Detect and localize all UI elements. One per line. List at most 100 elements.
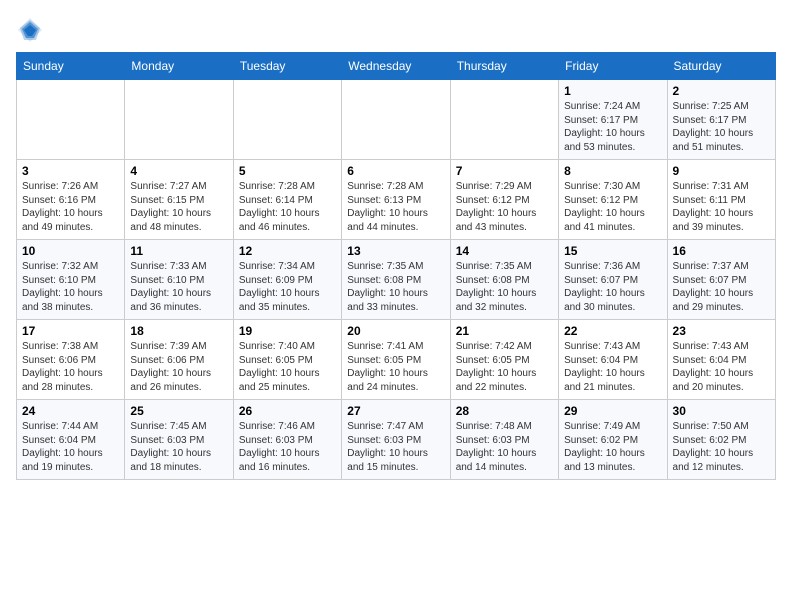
weekday-header-monday: Monday	[125, 53, 233, 80]
day-cell	[17, 80, 125, 160]
day-info: Sunrise: 7:32 AMSunset: 6:10 PMDaylight:…	[22, 260, 119, 314]
day-info: Sunrise: 7:28 AMSunset: 6:13 PMDaylight:…	[347, 180, 444, 234]
day-info: Sunrise: 7:42 AMSunset: 6:05 PMDaylight:…	[456, 340, 553, 394]
day-number: 28	[456, 404, 553, 418]
day-info: Sunrise: 7:46 AMSunset: 6:03 PMDaylight:…	[239, 420, 336, 474]
day-cell	[342, 80, 450, 160]
day-cell: 6 Sunrise: 7:28 AMSunset: 6:13 PMDaylight…	[342, 160, 450, 240]
day-cell: 19Sunrise: 7:40 AMSunset: 6:05 PMDayligh…	[233, 320, 341, 400]
day-number: 12	[239, 244, 336, 258]
day-cell: 10 Sunrise: 7:32 AMSunset: 6:10 PMDayligh…	[17, 240, 125, 320]
day-cell: 18 Sunrise: 7:39 AMSunset: 6:06 PMDayligh…	[125, 320, 233, 400]
day-info: Sunrise: 7:35 AMSunset: 6:08 PMDaylight:…	[347, 260, 444, 314]
week-row-2: 3 Sunrise: 7:26 AMSunset: 6:16 PMDaylight…	[17, 160, 776, 240]
day-info: Sunrise: 7:50 AMSunset: 6:02 PMDaylight:…	[673, 420, 770, 474]
day-cell: 25 Sunrise: 7:45 AMSunset: 6:03 PMDayligh…	[125, 400, 233, 480]
weekday-header-saturday: Saturday	[667, 53, 775, 80]
day-cell: 27 Sunrise: 7:47 AMSunset: 6:03 PMDayligh…	[342, 400, 450, 480]
day-number: 14	[456, 244, 553, 258]
day-info: Sunrise: 7:26 AMSunset: 6:16 PMDaylight:…	[22, 180, 119, 234]
day-number: 6	[347, 164, 444, 178]
day-number: 10	[22, 244, 119, 258]
day-number: 18	[130, 324, 227, 338]
day-info: Sunrise: 7:39 AMSunset: 6:06 PMDaylight:…	[130, 340, 227, 394]
day-number: 11	[130, 244, 227, 258]
day-cell: 3 Sunrise: 7:26 AMSunset: 6:16 PMDaylight…	[17, 160, 125, 240]
day-cell: 13 Sunrise: 7:35 AMSunset: 6:08 PMDayligh…	[342, 240, 450, 320]
day-number: 26	[239, 404, 336, 418]
day-number: 27	[347, 404, 444, 418]
weekday-header-sunday: Sunday	[17, 53, 125, 80]
day-info: Sunrise: 7:28 AMSunset: 6:14 PMDaylight:…	[239, 180, 336, 234]
week-row-4: 17 Sunrise: 7:38 AMSunset: 6:06 PMDayligh…	[17, 320, 776, 400]
day-info: Sunrise: 7:36 AMSunset: 6:07 PMDaylight:…	[564, 260, 661, 314]
day-number: 13	[347, 244, 444, 258]
day-cell: 2 Sunrise: 7:25 AMSunset: 6:17 PMDaylight…	[667, 80, 775, 160]
day-info: Sunrise: 7:27 AMSunset: 6:15 PMDaylight:…	[130, 180, 227, 234]
day-cell: 5Sunrise: 7:28 AMSunset: 6:14 PMDaylight…	[233, 160, 341, 240]
day-number: 2	[673, 84, 770, 98]
day-cell: 16 Sunrise: 7:37 AMSunset: 6:07 PMDayligh…	[667, 240, 775, 320]
day-cell: 26 Sunrise: 7:46 AMSunset: 6:03 PMDayligh…	[233, 400, 341, 480]
day-number: 30	[673, 404, 770, 418]
week-row-5: 24 Sunrise: 7:44 AMSunset: 6:04 PMDayligh…	[17, 400, 776, 480]
page-header	[16, 16, 776, 44]
day-cell: 15 Sunrise: 7:36 AMSunset: 6:07 PMDayligh…	[559, 240, 667, 320]
day-cell: 22 Sunrise: 7:43 AMSunset: 6:04 PMDayligh…	[559, 320, 667, 400]
day-info: Sunrise: 7:43 AMSunset: 6:04 PMDaylight:…	[564, 340, 661, 394]
day-info: Sunrise: 7:25 AMSunset: 6:17 PMDaylight:…	[673, 100, 770, 154]
day-cell: 4Sunrise: 7:27 AMSunset: 6:15 PMDaylight…	[125, 160, 233, 240]
day-info: Sunrise: 7:49 AMSunset: 6:02 PMDaylight:…	[564, 420, 661, 474]
day-cell: 30 Sunrise: 7:50 AMSunset: 6:02 PMDayligh…	[667, 400, 775, 480]
weekday-header-wednesday: Wednesday	[342, 53, 450, 80]
day-cell: 23 Sunrise: 7:43 AMSunset: 6:04 PMDayligh…	[667, 320, 775, 400]
weekday-row: SundayMondayTuesdayWednesdayThursdayFrid…	[17, 53, 776, 80]
day-cell	[233, 80, 341, 160]
day-info: Sunrise: 7:29 AMSunset: 6:12 PMDaylight:…	[456, 180, 553, 234]
calendar-table: SundayMondayTuesdayWednesdayThursdayFrid…	[16, 52, 776, 480]
day-cell: 9 Sunrise: 7:31 AMSunset: 6:11 PMDaylight…	[667, 160, 775, 240]
day-number: 21	[456, 324, 553, 338]
day-cell: 20 Sunrise: 7:41 AMSunset: 6:05 PMDayligh…	[342, 320, 450, 400]
day-cell: 28 Sunrise: 7:48 AMSunset: 6:03 PMDayligh…	[450, 400, 558, 480]
day-info: Sunrise: 7:45 AMSunset: 6:03 PMDaylight:…	[130, 420, 227, 474]
day-info: Sunrise: 7:38 AMSunset: 6:06 PMDaylight:…	[22, 340, 119, 394]
day-number: 16	[673, 244, 770, 258]
day-info: Sunrise: 7:34 AMSunset: 6:09 PMDaylight:…	[239, 260, 336, 314]
day-cell: 17 Sunrise: 7:38 AMSunset: 6:06 PMDayligh…	[17, 320, 125, 400]
calendar-header: SundayMondayTuesdayWednesdayThursdayFrid…	[17, 53, 776, 80]
day-info: Sunrise: 7:31 AMSunset: 6:11 PMDaylight:…	[673, 180, 770, 234]
day-number: 9	[673, 164, 770, 178]
day-number: 19	[239, 324, 336, 338]
day-info: Sunrise: 7:43 AMSunset: 6:04 PMDaylight:…	[673, 340, 770, 394]
day-cell: 12 Sunrise: 7:34 AMSunset: 6:09 PMDayligh…	[233, 240, 341, 320]
day-number: 24	[22, 404, 119, 418]
day-info: Sunrise: 7:44 AMSunset: 6:04 PMDaylight:…	[22, 420, 119, 474]
day-cell	[450, 80, 558, 160]
day-cell: 8 Sunrise: 7:30 AMSunset: 6:12 PMDaylight…	[559, 160, 667, 240]
day-info: Sunrise: 7:41 AMSunset: 6:05 PMDaylight:…	[347, 340, 444, 394]
day-number: 29	[564, 404, 661, 418]
day-cell: 11Sunrise: 7:33 AMSunset: 6:10 PMDayligh…	[125, 240, 233, 320]
day-number: 17	[22, 324, 119, 338]
day-number: 1	[564, 84, 661, 98]
day-info: Sunrise: 7:37 AMSunset: 6:07 PMDaylight:…	[673, 260, 770, 314]
day-number: 23	[673, 324, 770, 338]
week-row-3: 10 Sunrise: 7:32 AMSunset: 6:10 PMDayligh…	[17, 240, 776, 320]
day-number: 3	[22, 164, 119, 178]
day-number: 15	[564, 244, 661, 258]
calendar-body: 1 Sunrise: 7:24 AMSunset: 6:17 PMDaylight…	[17, 80, 776, 480]
day-cell: 29 Sunrise: 7:49 AMSunset: 6:02 PMDayligh…	[559, 400, 667, 480]
day-cell: 21 Sunrise: 7:42 AMSunset: 6:05 PMDayligh…	[450, 320, 558, 400]
day-info: Sunrise: 7:48 AMSunset: 6:03 PMDaylight:…	[456, 420, 553, 474]
day-number: 20	[347, 324, 444, 338]
day-cell: 24 Sunrise: 7:44 AMSunset: 6:04 PMDayligh…	[17, 400, 125, 480]
logo-icon	[16, 16, 44, 44]
day-info: Sunrise: 7:24 AMSunset: 6:17 PMDaylight:…	[564, 100, 661, 154]
day-cell: 14Sunrise: 7:35 AMSunset: 6:08 PMDayligh…	[450, 240, 558, 320]
day-number: 8	[564, 164, 661, 178]
day-number: 22	[564, 324, 661, 338]
day-number: 25	[130, 404, 227, 418]
day-info: Sunrise: 7:47 AMSunset: 6:03 PMDaylight:…	[347, 420, 444, 474]
day-info: Sunrise: 7:30 AMSunset: 6:12 PMDaylight:…	[564, 180, 661, 234]
